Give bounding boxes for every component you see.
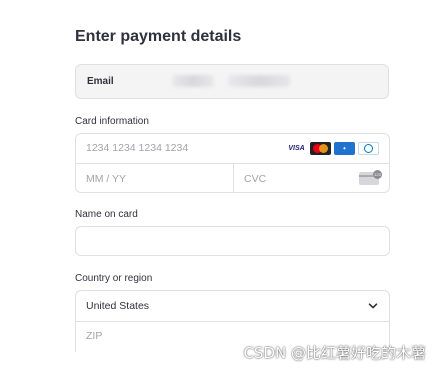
page-title: Enter payment details bbox=[75, 28, 242, 45]
cvc-card-icon: 123 bbox=[359, 170, 382, 185]
watermark: CSDN @比红薯好吃的木薯 bbox=[243, 344, 426, 362]
expiry-input[interactable]: MM / YY bbox=[86, 173, 126, 185]
email-field[interactable]: Email bbox=[75, 64, 389, 99]
diners-icon bbox=[358, 142, 379, 155]
zip-input[interactable]: ZIP bbox=[86, 330, 102, 342]
visa-icon: VISA bbox=[286, 142, 307, 155]
blurred-email-part bbox=[172, 75, 214, 87]
name-on-card-input[interactable] bbox=[75, 226, 390, 256]
card-information-group: 1234 1234 1234 1234 VISA ✦ MM / YY CVC 1… bbox=[75, 133, 390, 193]
name-on-card-label: Name on card bbox=[75, 209, 138, 220]
chevron-down-icon[interactable] bbox=[367, 300, 379, 312]
amex-icon: ✦ bbox=[334, 142, 355, 155]
card-number-input[interactable]: 1234 1234 1234 1234 bbox=[86, 142, 188, 154]
card-information-label: Card information bbox=[75, 116, 149, 127]
blurred-email-part bbox=[228, 75, 290, 87]
divider bbox=[233, 163, 234, 192]
divider bbox=[76, 321, 389, 322]
country-select[interactable]: United States bbox=[86, 300, 149, 312]
card-brands: VISA ✦ bbox=[286, 142, 379, 155]
country-label: Country or region bbox=[75, 273, 153, 284]
cvc-input[interactable]: CVC bbox=[244, 173, 266, 185]
mastercard-icon bbox=[310, 142, 331, 155]
email-label: Email bbox=[87, 76, 114, 87]
